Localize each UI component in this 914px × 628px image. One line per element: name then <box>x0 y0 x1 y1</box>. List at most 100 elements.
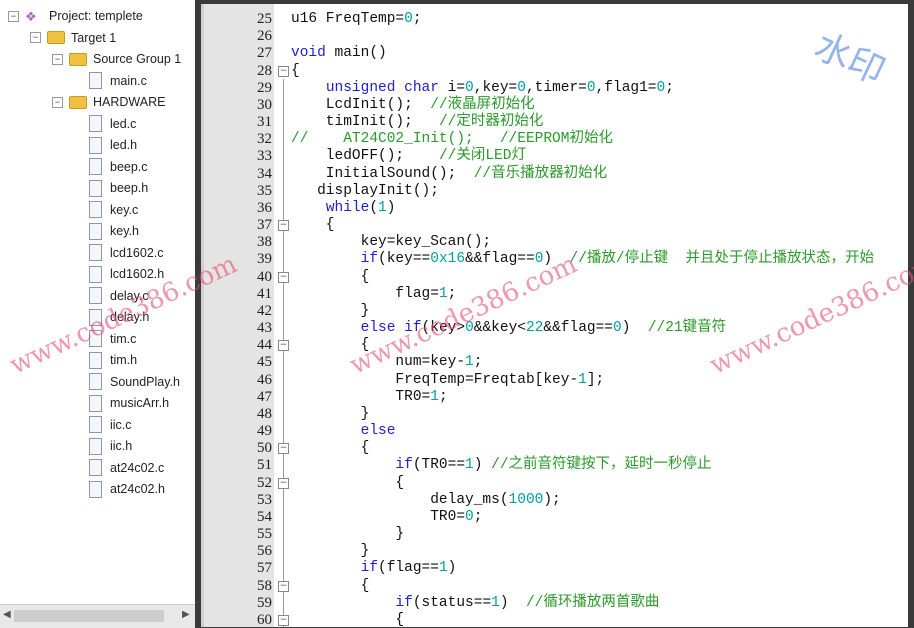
folder-icon <box>69 52 87 66</box>
code-text: } <box>291 543 370 560</box>
code-text: { <box>291 63 300 80</box>
code-token: } <box>291 526 405 543</box>
scroll-right-icon[interactable]: ▶ <box>182 609 190 620</box>
code-line: 51 if(TR0==1) //之前音符键按下，延时一秒停止 <box>204 457 908 474</box>
project-tree: − ❖ Project: templete − Target 1− Source Grou… <box>0 0 195 604</box>
code-text: else if(key>0&&key<22&&flag==0) //21键音符 <box>291 320 727 337</box>
fold-toggle-icon[interactable]: − <box>278 65 289 77</box>
code-text: if(flag==1) <box>291 560 457 577</box>
line-number: 56 <box>257 543 272 560</box>
tree-item[interactable]: key.h <box>89 221 139 241</box>
tree-item[interactable]: iic.h <box>89 436 132 456</box>
file-icon <box>89 373 102 390</box>
code-token: } <box>291 543 370 560</box>
code-line: 59 if(status==1) //循环播放两首歌曲 <box>204 595 908 612</box>
code-token: &&key< <box>473 320 526 337</box>
code-token: 0 <box>465 508 474 525</box>
tree-item[interactable]: beep.h <box>89 178 148 198</box>
code-token: FreqTemp=Freqtab[key- <box>291 371 579 388</box>
tree-item[interactable]: tim.h <box>89 350 137 370</box>
tree-item[interactable]: musicArr.h <box>89 393 169 413</box>
line-number: 34 <box>257 165 272 182</box>
code-line: 57 if(flag==1) <box>204 560 908 577</box>
code-token: //音乐播放器初始化 <box>473 165 608 182</box>
code-text: ledOFF(); //关闭LED灯 <box>291 148 526 165</box>
tree-item-label: SoundPlay.h <box>110 374 180 389</box>
code-token: // AT24C02_Init(); //EEPROM初始化 <box>291 131 613 148</box>
fold-toggle-icon[interactable]: − <box>278 340 289 352</box>
tree-item[interactable]: main.c <box>89 71 147 91</box>
code-text: num=key-1; <box>291 354 482 371</box>
tree-item[interactable]: at24c02.h <box>89 479 165 499</box>
file-icon <box>89 158 102 175</box>
code-editor[interactable]: 25 u16 FreqTemp=0; 26 27 void main() 28−{29 u… <box>201 4 908 627</box>
file-icon <box>89 330 102 347</box>
code-text: u16 FreqTemp=0; <box>291 11 422 28</box>
code-token: ) <box>473 457 492 474</box>
line-number: 43 <box>257 320 272 337</box>
fold-toggle-icon[interactable]: − <box>278 220 289 232</box>
fold-toggle-icon[interactable]: − <box>278 614 289 626</box>
code-text: if(key==0x16&&flag==0) //播放/停止键 并且处于停止播放… <box>291 251 874 268</box>
tree-item-label: tim.h <box>110 353 138 367</box>
tree-item[interactable]: delay.h <box>89 307 149 327</box>
tree-item[interactable]: lcd1602.h <box>89 264 164 284</box>
code-token: //定时器初始化 <box>438 114 544 131</box>
scroll-left-icon[interactable]: ◀ <box>3 609 11 620</box>
scrollbar-thumb[interactable] <box>14 610 164 622</box>
tree-item[interactable]: key.c <box>89 200 138 220</box>
file-icon <box>89 136 102 154</box>
line-number: 37 <box>257 217 272 234</box>
code-token: ; <box>473 354 483 371</box>
tree-item[interactable]: − Source Group 1 <box>52 49 181 69</box>
file-icon <box>89 416 102 433</box>
collapse-toggle-icon[interactable]: − <box>30 32 41 43</box>
code-line: 32 // AT24C02_Init(); //EEPROM初始化 <box>204 131 908 148</box>
tree-item[interactable]: lcd1602.c <box>89 243 164 263</box>
code-token: { <box>291 268 370 285</box>
code-token: 1 <box>465 457 474 474</box>
tree-item[interactable]: SoundPlay.h <box>89 372 180 392</box>
code-token: //之前音符键按下，延时一秒停止 <box>491 457 712 474</box>
fold-toggle-icon[interactable]: − <box>278 477 289 489</box>
tree-item[interactable]: − HARDWARE <box>52 92 165 112</box>
tree-item[interactable]: − ❖ Project: templete <box>8 6 143 26</box>
code-token: 0 <box>465 320 474 337</box>
code-text: TR0=0; <box>291 509 482 526</box>
tree-item[interactable]: delay.c <box>89 286 149 306</box>
code-line: 42 } <box>204 303 908 320</box>
collapse-toggle-icon[interactable]: − <box>8 10 19 22</box>
tree-item[interactable]: iic.c <box>89 415 132 435</box>
tree-item[interactable]: − Target 1 <box>30 28 116 48</box>
tree-item[interactable]: beep.c <box>89 157 148 177</box>
file-icon <box>89 201 102 218</box>
tree-item[interactable]: led.c <box>89 114 136 134</box>
tree-item[interactable]: led.h <box>89 135 137 155</box>
code-line: 28−{ <box>204 63 908 80</box>
line-number: 29 <box>257 79 272 96</box>
code-token: ( <box>369 199 379 216</box>
collapse-toggle-icon[interactable]: − <box>52 53 63 65</box>
code-token: else if <box>360 320 422 337</box>
fold-toggle-icon[interactable]: − <box>278 443 289 455</box>
fold-toggle-icon[interactable]: − <box>278 580 289 592</box>
collapse-toggle-icon[interactable]: − <box>52 96 63 108</box>
code-token: u16 FreqTemp= <box>291 11 405 27</box>
tree-horizontal-scrollbar[interactable]: ◀ ▶ <box>0 604 195 628</box>
line-number: 39 <box>257 251 272 268</box>
code-line: 50− { <box>204 440 908 457</box>
line-number: 52 <box>257 474 272 491</box>
fold-toggle-icon[interactable]: − <box>278 271 289 283</box>
tree-item[interactable]: tim.c <box>89 329 136 349</box>
tree-item[interactable]: at24c02.c <box>89 458 164 478</box>
code-text: displayInit(); <box>291 183 439 200</box>
line-number: 57 <box>257 560 272 577</box>
target-icon <box>47 31 65 44</box>
line-number: 33 <box>257 148 272 165</box>
line-number: 49 <box>257 423 272 440</box>
code-text: void main() <box>291 45 387 62</box>
code-token: (flag== <box>378 560 439 577</box>
tree-item-label: at24c02.h <box>110 482 165 496</box>
